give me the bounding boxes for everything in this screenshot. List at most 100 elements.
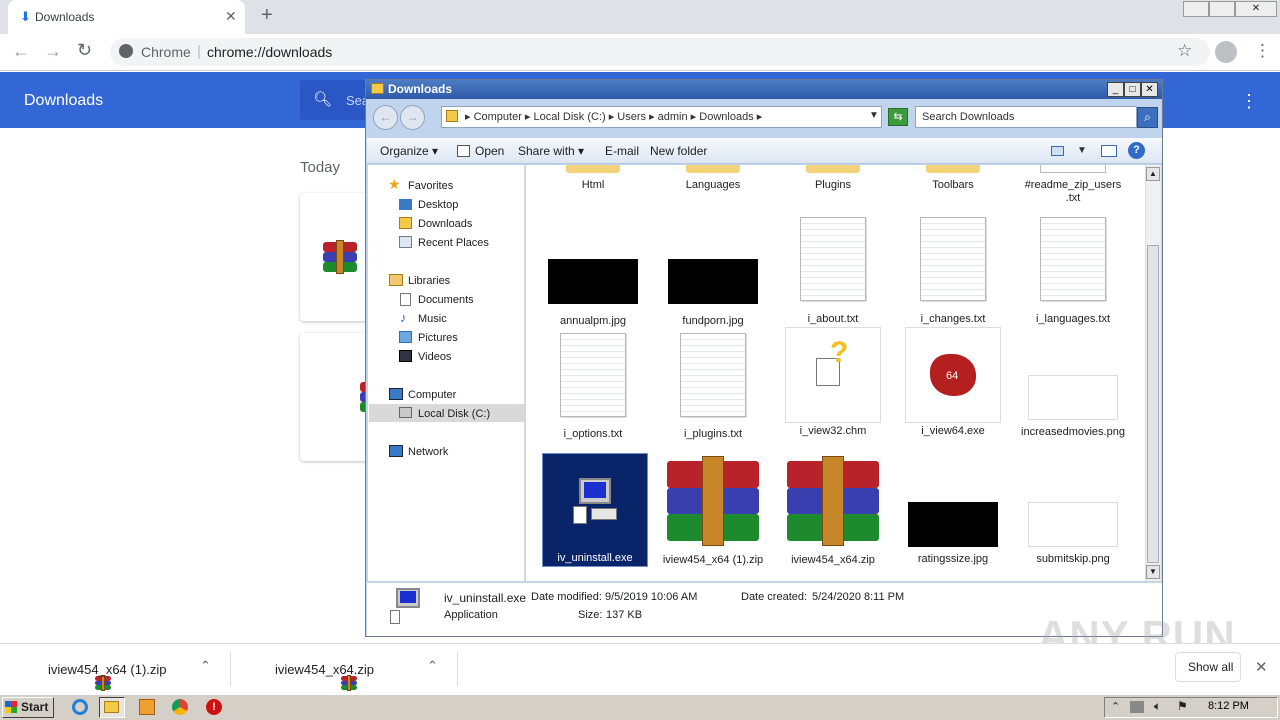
scroll-down-icon[interactable]: ▼ <box>1146 565 1160 579</box>
file-fundporn[interactable]: fundporn.jpg <box>658 259 768 328</box>
folder-languages[interactable]: Languages <box>658 165 768 192</box>
help-icon[interactable]: ? <box>1128 142 1145 159</box>
reload-icon[interactable]: ↻ <box>77 40 92 61</box>
page-menu-icon[interactable]: ⋮ <box>1240 91 1258 112</box>
windows-logo-icon <box>5 701 17 713</box>
chrome-taskbar-icon[interactable] <box>172 699 188 715</box>
show-all-label: Show all <box>1188 660 1234 674</box>
nav-favorites[interactable]: Favorites <box>408 180 453 192</box>
minimize-button[interactable] <box>1183 1 1209 17</box>
new-tab-button[interactable]: + <box>261 4 273 27</box>
breadcrumb-users[interactable]: Users <box>617 111 646 123</box>
download-icon: ⬇ <box>20 9 31 24</box>
file-i-view32[interactable]: ? i_view32.chm <box>778 327 888 438</box>
download-shelf <box>0 643 1280 693</box>
details-filename: iv_uninstall.exe <box>444 591 527 605</box>
explorer-titlebar <box>366 80 1162 99</box>
nav-recent-places[interactable]: Recent Places <box>418 237 489 249</box>
explorer-maximize-button[interactable]: □ <box>1124 82 1141 97</box>
nav-local-disk[interactable]: Local Disk (C:) <box>418 408 490 420</box>
restore-button[interactable] <box>1209 1 1235 17</box>
image-thumbnail <box>668 259 758 304</box>
network-tray-icon[interactable] <box>1130 701 1144 713</box>
tab-close-icon[interactable]: ✕ <box>225 8 237 25</box>
folder-plugins[interactable]: Plugins <box>778 165 888 192</box>
explorer-search-icon[interactable]: ⌕ <box>1137 107 1158 128</box>
file-i-changes[interactable]: i_changes.txt <box>898 217 1008 326</box>
bookmark-star-icon[interactable]: ☆ <box>1177 41 1192 61</box>
explorer-minimize-button[interactable]: _ <box>1107 82 1124 97</box>
file-i-languages[interactable]: i_languages.txt <box>1018 217 1128 326</box>
view-dropdown-icon[interactable]: ▼ <box>1077 145 1087 156</box>
folder-toolbars[interactable]: Toolbars <box>898 165 1008 192</box>
file-i-view64[interactable]: 64 i_view64.exe <box>898 327 1008 438</box>
forward-icon[interactable]: → <box>44 41 62 62</box>
file-i-options[interactable]: i_options.txt <box>538 333 648 441</box>
scroll-up-icon[interactable]: ▲ <box>1146 167 1160 181</box>
shelf-item-1[interactable]: iview454_x64 (1).zip <box>48 662 167 677</box>
internet-explorer-icon[interactable] <box>72 699 88 715</box>
back-icon[interactable]: ← <box>12 41 30 62</box>
close-window-button[interactable]: ✕ <box>1235 1 1277 17</box>
tray-expand-icon[interactable]: ⌃ <box>1111 700 1120 713</box>
help-file-icon: ? <box>785 327 881 423</box>
media-player-icon[interactable] <box>139 699 155 715</box>
organize-button[interactable]: Organize ▾ <box>380 144 438 158</box>
nav-desktop[interactable]: Desktop <box>418 199 458 211</box>
volume-icon[interactable]: 🔈︎ <box>1154 699 1161 714</box>
chrome-menu-icon[interactable]: ⋮ <box>1254 41 1271 61</box>
network-icon <box>389 445 403 457</box>
file-i-about[interactable]: i_about.txt <box>778 217 888 326</box>
file-iv-uninstall-selected[interactable]: iv_uninstall.exe <box>542 453 648 567</box>
address-dropdown-icon[interactable]: ▼ <box>869 110 879 121</box>
file-annualpm[interactable]: annualpm.jpg <box>538 259 648 328</box>
page-title: Downloads <box>24 92 104 109</box>
downloads-folder-icon <box>399 217 412 229</box>
shelf-close-icon[interactable]: ✕ <box>1255 658 1268 676</box>
file-iview-x64-1-zip[interactable]: iview454_x64 (1).zip <box>658 456 768 567</box>
file-iview-x64-zip[interactable]: iview454_x64.zip <box>778 456 888 567</box>
breadcrumb-admin[interactable]: admin <box>658 111 688 123</box>
breadcrumb-downloads[interactable]: Downloads <box>699 111 753 123</box>
shelf-item-2-chevron-icon[interactable]: ⌃ <box>427 658 438 674</box>
nav-music[interactable]: Music <box>418 313 447 325</box>
breadcrumb-local-disk[interactable]: Local Disk (C:) <box>534 111 606 123</box>
preview-pane-icon[interactable] <box>1101 145 1117 157</box>
nav-downloads[interactable]: Downloads <box>418 218 472 230</box>
email-button[interactable]: E-mail <box>605 144 639 158</box>
shelf-item-1-chevron-icon[interactable]: ⌃ <box>200 658 211 674</box>
scrollbar-thumb[interactable] <box>1147 245 1159 563</box>
pictures-icon <box>399 331 412 343</box>
new-folder-button[interactable]: New folder <box>650 144 707 158</box>
clock[interactable]: 8:12 PM <box>1208 700 1249 712</box>
breadcrumb-computer[interactable]: Computer <box>474 111 522 123</box>
profile-avatar[interactable] <box>1215 41 1237 63</box>
file-increasedmovies[interactable]: increasedmovies.png <box>1018 375 1128 439</box>
winrar-icon <box>667 456 759 546</box>
nav-videos[interactable]: Videos <box>418 351 451 363</box>
warning-app-icon[interactable]: ! <box>206 699 222 715</box>
action-center-flag-icon[interactable]: ⚑ <box>1177 699 1188 713</box>
nav-libraries[interactable]: Libraries <box>408 275 450 287</box>
explorer-forward-button[interactable]: → <box>400 105 425 130</box>
explorer-close-button[interactable]: ✕ <box>1141 82 1158 97</box>
details-size: 137 KB <box>606 609 643 621</box>
change-view-icon[interactable] <box>1051 146 1064 156</box>
open-button[interactable]: Open <box>475 144 504 158</box>
shelf-item-2[interactable]: iview454_x64.zip <box>275 662 374 677</box>
music-icon: ♪ <box>400 310 407 325</box>
nav-computer[interactable]: Computer <box>408 389 456 401</box>
refresh-icon[interactable]: ⇆ <box>888 108 908 126</box>
file-ratingssize[interactable]: ratingssize.jpg <box>898 502 1008 566</box>
file-submitskip[interactable]: submitskip.png <box>1018 502 1128 566</box>
folder-html[interactable]: Html <box>538 165 648 192</box>
nav-pictures[interactable]: Pictures <box>418 332 458 344</box>
explorer-back-button[interactable]: ← <box>373 105 398 130</box>
nav-documents[interactable]: Documents <box>418 294 474 306</box>
winrar-icon <box>94 675 111 691</box>
file-list: Html Languages Plugins Toolbars #readme_… <box>526 165 1146 581</box>
share-with-button[interactable]: Share with ▾ <box>518 144 584 158</box>
file-readme[interactable]: #readme_zip_users .txt <box>1018 165 1128 205</box>
nav-network[interactable]: Network <box>408 446 448 458</box>
file-i-plugins[interactable]: i_plugins.txt <box>658 333 768 441</box>
